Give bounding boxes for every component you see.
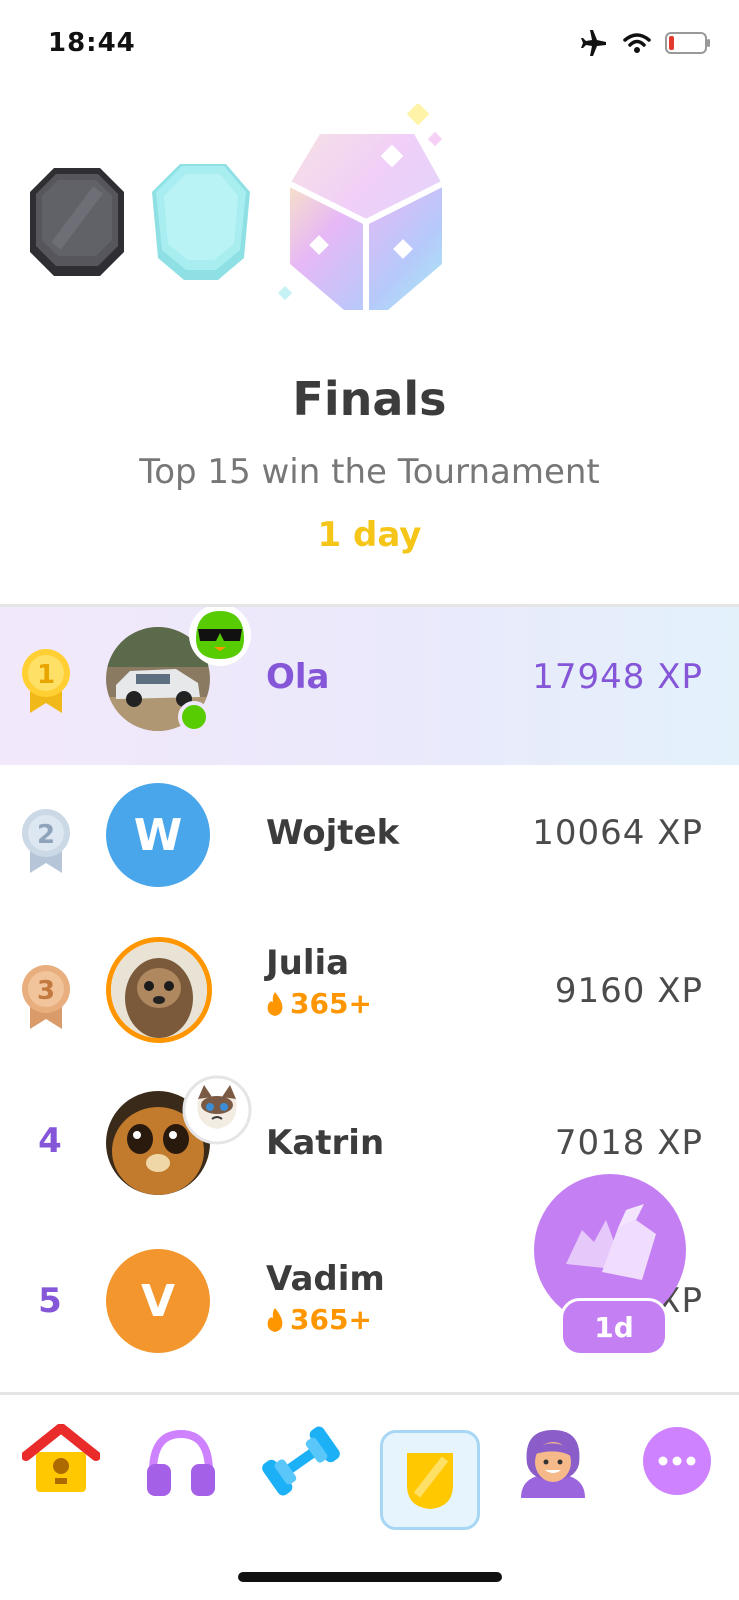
league-subtitle: Top 15 win the Tournament <box>139 452 600 492</box>
xp-boost-timer: 1d <box>560 1298 668 1356</box>
league-title: Finals <box>292 372 447 426</box>
cat-emoji-icon <box>182 1075 252 1145</box>
avatar-initial: W <box>133 809 183 861</box>
status-icons <box>579 30 711 56</box>
medal-rank: 3 <box>37 976 55 1006</box>
user-name: Katrin <box>266 1123 385 1163</box>
streak-count: 365+ <box>290 1303 372 1336</box>
user-name: Wojtek <box>266 813 400 853</box>
rank-number: 4 <box>38 1121 62 1161</box>
status-bar: 18:44 <box>0 0 739 92</box>
leaderboard-row[interactable]: 3 Julia 365+ 9160 XP <box>0 923 739 1081</box>
user-xp: 9160 XP <box>554 971 703 1011</box>
streak-count: 365+ <box>290 987 372 1020</box>
fire-icon <box>267 991 283 1016</box>
diamond-league-icon <box>152 164 250 280</box>
status-time: 18:44 <box>48 28 136 58</box>
leaderboard-row[interactable]: 1 Ola 17948 XP <box>0 607 739 765</box>
tournament-trophy-icon <box>277 104 444 310</box>
avatar-initial: V <box>140 1275 176 1327</box>
rank-number: 5 <box>38 1281 62 1321</box>
bronze-medal-icon: 3 <box>22 965 70 1029</box>
user-name: Julia <box>266 943 350 983</box>
online-indicator <box>178 701 210 733</box>
headphones-icon <box>147 1429 215 1496</box>
more-icon <box>643 1427 711 1495</box>
tab-profile[interactable] <box>508 1416 598 1506</box>
dumbbell-icon <box>262 1426 340 1496</box>
user-name: Ola <box>266 657 330 697</box>
user-name: Vadim <box>266 1259 385 1299</box>
bottom-tab-bar <box>0 1396 739 1530</box>
profile-icon <box>521 1430 585 1498</box>
user-xp: 10064 XP <box>532 813 703 853</box>
avatar[interactable] <box>106 937 212 1043</box>
tab-home[interactable] <box>16 1414 106 1504</box>
streak: 365+ <box>266 1303 372 1336</box>
fire-icon <box>267 1307 283 1332</box>
tab-more[interactable] <box>632 1416 722 1506</box>
airplane-icon <box>581 30 606 56</box>
duo-sunglasses-icon <box>189 607 251 666</box>
wifi-icon <box>623 33 651 53</box>
medal-rank: 1 <box>37 660 55 690</box>
streak: 365+ <box>266 987 372 1020</box>
shield-icon <box>407 1453 453 1509</box>
home-indicator[interactable] <box>238 1572 502 1582</box>
home-icon <box>22 1424 100 1492</box>
league-time-left: 1 day <box>317 515 422 555</box>
tab-leaderboards[interactable] <box>380 1430 480 1530</box>
silver-medal-icon: 2 <box>22 809 70 873</box>
dog-photo-avatar <box>111 942 207 1038</box>
tab-stories[interactable] <box>136 1416 226 1506</box>
battery-icon <box>665 32 710 54</box>
user-xp: 7018 XP <box>554 1123 703 1163</box>
tab-practice[interactable] <box>256 1416 346 1506</box>
obsidian-league-icon <box>30 168 124 276</box>
divider <box>0 1392 739 1395</box>
leaderboard-row[interactable]: 2 W Wojtek 10064 XP <box>0 765 739 923</box>
gold-medal-icon: 1 <box>22 649 70 713</box>
avatar[interactable]: V <box>106 1249 210 1353</box>
medal-rank: 2 <box>37 820 55 850</box>
avatar[interactable]: W <box>106 783 210 887</box>
user-xp: 17948 XP <box>532 657 703 697</box>
league-badges <box>0 100 739 330</box>
